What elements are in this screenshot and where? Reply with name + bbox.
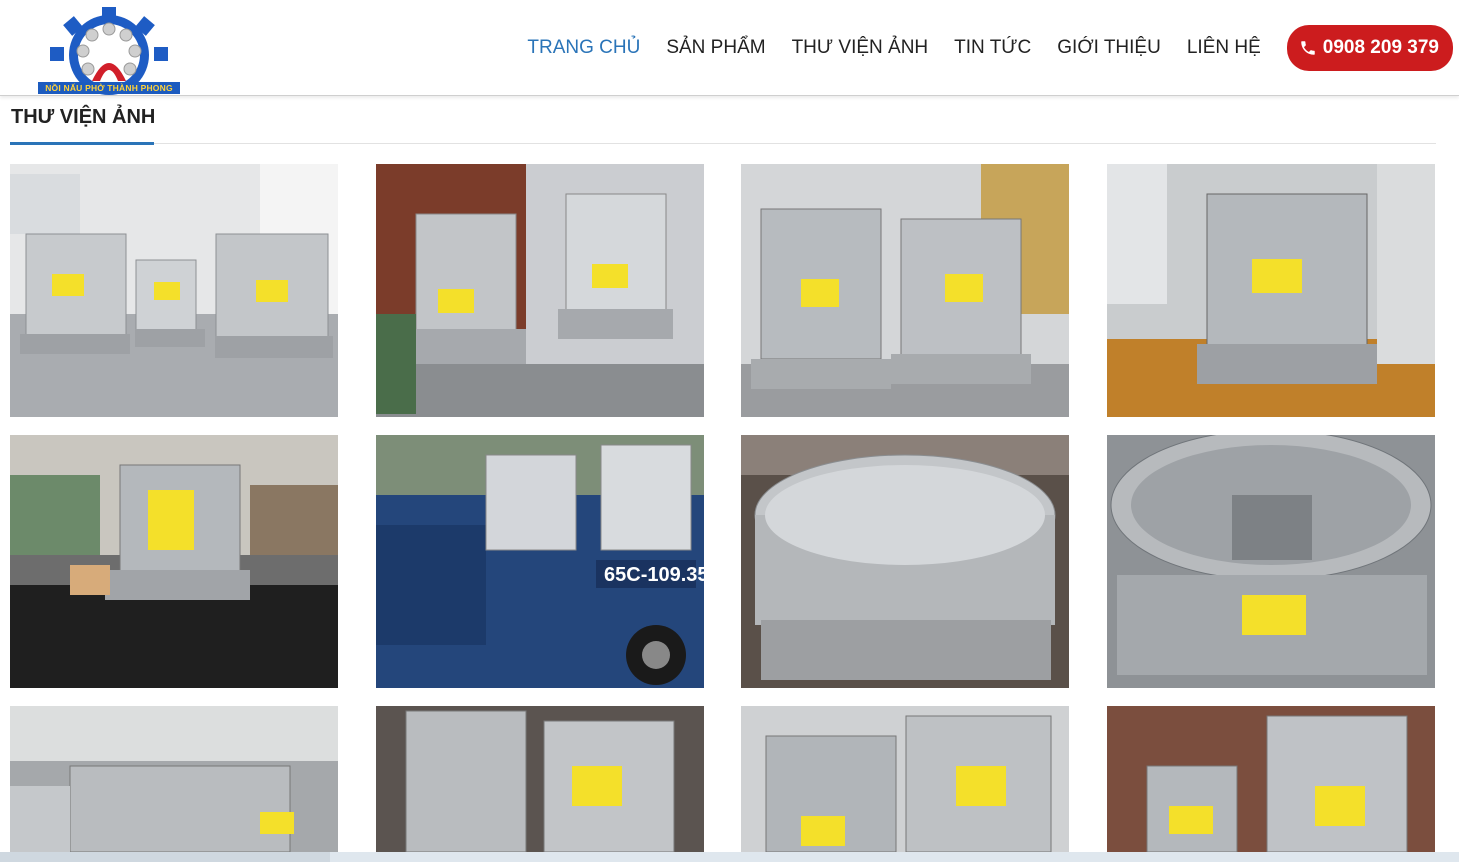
page-title: THƯ VIỆN ẢNH (11, 106, 156, 128)
gallery-photo[interactable] (1107, 435, 1435, 688)
phone-icon (1301, 41, 1315, 55)
site-logo[interactable]: NỒI NẤU PHỞ THÀNH PHONG (36, 7, 182, 95)
nav-item-home[interactable]: TRANG CHỦ (527, 37, 640, 59)
gallery-photo[interactable] (376, 706, 704, 852)
nav-item-about[interactable]: GIỚI THIỆU (1057, 37, 1161, 59)
gallery-photo[interactable]: 65C-109.35 (376, 435, 704, 688)
gallery-photo[interactable] (10, 435, 338, 688)
gallery-photo[interactable] (10, 706, 338, 852)
gallery-photo[interactable] (741, 435, 1069, 688)
gallery-photo[interactable] (1107, 706, 1435, 852)
gallery-photo[interactable] (376, 164, 704, 417)
nav-item-contact[interactable]: LIÊN HỆ (1187, 37, 1261, 59)
nav-item-gallery[interactable]: THƯ VIỆN ẢNH (792, 37, 929, 59)
logo-caption: NỒI NẤU PHỞ THÀNH PHONG (38, 82, 180, 94)
gallery-photo[interactable] (10, 164, 338, 417)
hotline-number: 0908 209 379 (1322, 37, 1439, 58)
title-accent-bar (10, 142, 154, 145)
footer-strip (0, 852, 1459, 862)
hotline-button[interactable]: 0908 209 379 (1286, 25, 1453, 71)
gallery-photo[interactable] (741, 164, 1069, 417)
nav-item-news[interactable]: TIN TỨC (954, 37, 1031, 59)
title-divider (10, 143, 1436, 144)
site-header: NỒI NẤU PHỞ THÀNH PHONG TRANG CHỦ SẢN PH… (0, 0, 1459, 96)
main-nav: TRANG CHỦ SẢN PHẨM THƯ VIỆN ẢNH TIN TỨC … (527, 0, 1459, 96)
nav-item-products[interactable]: SẢN PHẨM (666, 37, 765, 59)
gallery-photo[interactable] (741, 706, 1069, 852)
gallery-photo[interactable] (1107, 164, 1435, 417)
truck-plate: 65C-109.35 (604, 564, 704, 586)
